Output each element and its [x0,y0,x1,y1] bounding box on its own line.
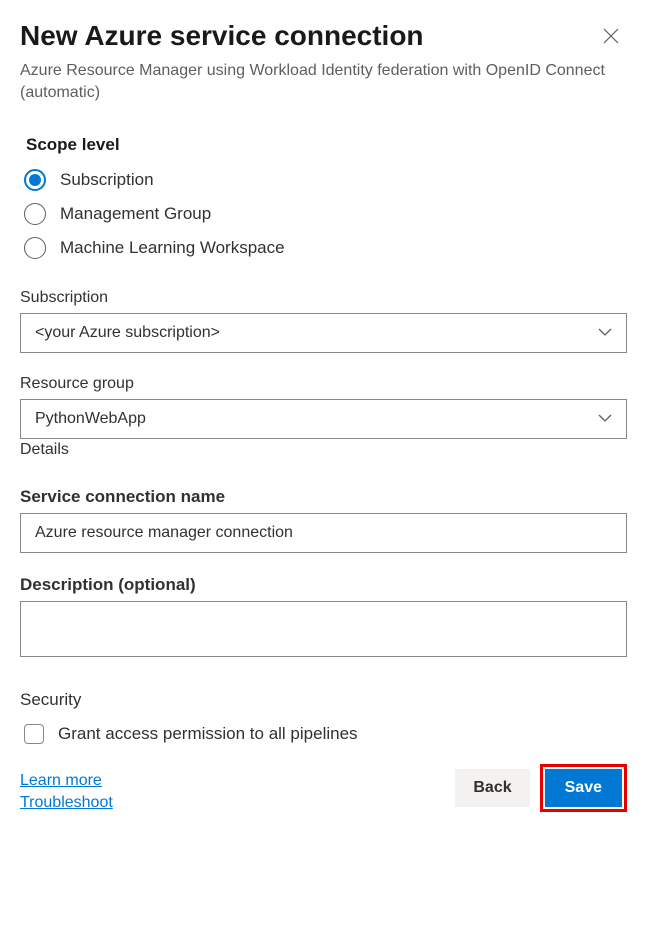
scope-level-label: Scope level [26,135,627,155]
grant-access-checkbox[interactable] [24,724,44,744]
close-button[interactable] [595,20,627,56]
chevron-down-icon [598,324,612,342]
resource-group-label: Resource group [20,375,627,393]
scope-radio-group: Subscription Management Group Machine Le… [20,169,627,259]
radio-label-subscription: Subscription [60,170,154,190]
radio-label-ml-workspace: Machine Learning Workspace [60,238,285,258]
radio-icon [24,203,46,225]
radio-icon [24,169,46,191]
connection-name-label: Service connection name [20,487,627,507]
radio-icon [24,237,46,259]
subscription-label: Subscription [20,289,627,307]
resource-group-dropdown[interactable]: PythonWebApp [20,399,627,439]
connection-name-input[interactable] [20,513,627,553]
subscription-dropdown[interactable]: <your Azure subscription> [20,313,627,353]
save-button-highlight: Save [540,764,627,812]
grant-access-label: Grant access permission to all pipelines [58,724,358,744]
save-button[interactable]: Save [545,769,622,807]
dialog-subtitle: Azure Resource Manager using Workload Id… [20,60,627,105]
resource-group-value: PythonWebApp [35,410,146,428]
description-textarea[interactable] [20,601,627,657]
radio-subscription[interactable]: Subscription [20,169,627,191]
chevron-down-icon [598,410,612,428]
close-icon [603,28,619,44]
radio-management-group[interactable]: Management Group [20,203,627,225]
troubleshoot-link[interactable]: Troubleshoot [20,794,113,812]
details-hint: Details [20,441,627,459]
subscription-value: <your Azure subscription> [35,324,220,342]
description-label: Description (optional) [20,575,627,595]
security-heading: Security [20,690,627,710]
learn-more-link[interactable]: Learn more [20,772,113,790]
radio-label-management-group: Management Group [60,204,211,224]
back-button[interactable]: Back [455,769,529,807]
dialog-title: New Azure service connection [20,20,424,52]
radio-ml-workspace[interactable]: Machine Learning Workspace [20,237,627,259]
